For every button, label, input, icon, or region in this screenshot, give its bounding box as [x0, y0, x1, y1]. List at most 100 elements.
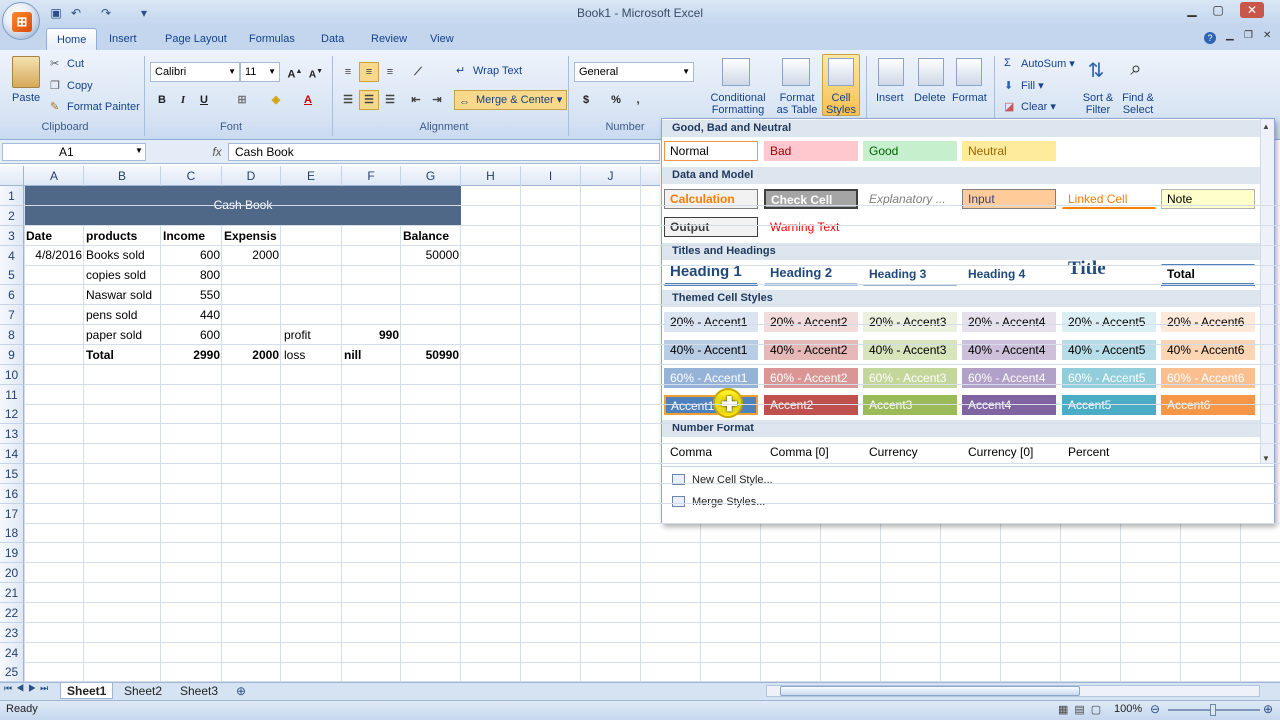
style-neutral[interactable]: Neutral — [962, 141, 1056, 161]
paste-button[interactable]: Paste — [12, 92, 40, 104]
style-comma[interactable]: Comma — [664, 442, 758, 462]
cell-f9[interactable]: nill — [344, 345, 361, 365]
row-header[interactable]: 19 — [0, 543, 24, 564]
style-accent-1[interactable]: Accent1 — [664, 395, 758, 415]
row-header[interactable]: 6 — [0, 285, 24, 306]
cell-c3[interactable]: Income — [163, 226, 205, 246]
style-output[interactable]: Output — [664, 217, 758, 237]
office-button[interactable]: ⊞ — [2, 2, 40, 40]
row-header[interactable]: 22 — [0, 602, 24, 623]
style-input[interactable]: Input — [962, 189, 1056, 209]
borders-icon[interactable]: ⊞ — [232, 90, 252, 110]
style-accent20-5[interactable]: 20% - Accent5 — [1062, 312, 1156, 332]
find-select-button[interactable]: Find & Select — [1118, 92, 1158, 116]
style-accent60-1[interactable]: 60% - Accent1 — [664, 368, 758, 388]
row-header[interactable]: 20 — [0, 563, 24, 584]
cell-b3[interactable]: products — [86, 226, 137, 246]
row-header[interactable]: 1 — [0, 186, 24, 206]
style-explanatory[interactable]: Explanatory ... — [863, 189, 957, 209]
clear-button[interactable]: ◪ Clear ▾ — [1004, 100, 1056, 114]
row-header[interactable]: 2 — [0, 205, 24, 226]
style-check-cell[interactable]: Check Cell — [764, 189, 858, 209]
insert-sheet-icon[interactable]: ⊕ — [230, 683, 252, 699]
scroll-down-icon[interactable]: ▼ — [1262, 454, 1270, 463]
format-painter-button[interactable]: ✎ Format Painter — [50, 100, 140, 114]
tab-page-layout[interactable]: Page Layout — [155, 28, 237, 50]
sort-filter-icon[interactable]: ⇅ — [1082, 58, 1110, 86]
row-header[interactable]: 17 — [0, 503, 24, 524]
save-icon[interactable]: ▣ — [48, 5, 64, 21]
align-bottom-icon[interactable]: ≡ — [380, 62, 400, 82]
name-box-dropdown-icon[interactable]: ▼ — [135, 146, 143, 155]
sheet-tab-2[interactable]: Sheet2 — [118, 683, 168, 699]
format-cells-button[interactable]: Format — [952, 92, 987, 104]
style-accent-4[interactable]: Accent4 — [962, 395, 1056, 415]
cell-b8[interactable]: paper sold — [86, 325, 142, 345]
align-middle-icon[interactable]: ≡ — [359, 62, 379, 82]
shrink-font-icon[interactable]: A▼ — [306, 62, 326, 82]
zoom-slider-thumb[interactable] — [1210, 704, 1216, 716]
new-cell-style-item[interactable]: New Cell Style... — [672, 470, 773, 490]
comma-button[interactable]: , — [628, 90, 648, 110]
ribbon-restore-icon[interactable]: ❐ — [1244, 30, 1253, 41]
row-header[interactable]: 4 — [0, 245, 24, 266]
row-header[interactable]: 12 — [0, 404, 24, 425]
view-buttons-icon[interactable]: ▦▤▢ — [1058, 703, 1107, 716]
style-currency-0[interactable]: Currency [0] — [962, 442, 1056, 462]
row-header[interactable]: 10 — [0, 364, 24, 385]
style-accent60-5[interactable]: 60% - Accent5 — [1062, 368, 1156, 388]
fill-color-icon[interactable]: ◈ — [266, 90, 286, 110]
cell-a4[interactable]: 4/8/2016 — [25, 245, 84, 265]
row-header[interactable]: 11 — [0, 384, 24, 405]
decrease-indent-icon[interactable]: ⇤ — [406, 90, 426, 110]
insert-cells-button[interactable]: Insert — [876, 92, 904, 104]
column-header[interactable]: G — [401, 166, 461, 186]
cell-b6[interactable]: Naswar sold — [86, 285, 152, 305]
cell-c9[interactable]: 2990 — [161, 345, 222, 365]
style-accent20-1[interactable]: 20% - Accent1 — [664, 312, 758, 332]
column-header[interactable]: F — [342, 166, 401, 186]
ribbon-min-icon[interactable]: ▁ — [1226, 30, 1234, 41]
tab-review[interactable]: Review — [361, 28, 417, 50]
style-accent60-6[interactable]: 60% - Accent6 — [1161, 368, 1255, 388]
row-header[interactable]: 15 — [0, 463, 24, 484]
row-header[interactable]: 14 — [0, 444, 24, 465]
tab-home[interactable]: Home — [46, 28, 98, 50]
formula-input[interactable]: Cash Book — [228, 143, 660, 161]
format-table-icon[interactable] — [782, 58, 810, 86]
cell-b7[interactable]: pens sold — [86, 305, 137, 325]
sheet-tab-3[interactable]: Sheet3 — [174, 683, 224, 699]
sheet-tab-1[interactable]: Sheet1 — [60, 683, 114, 699]
scroll-up-icon[interactable]: ▲ — [1262, 122, 1270, 131]
column-header[interactable]: H — [461, 166, 521, 186]
select-all-corner[interactable] — [0, 166, 24, 186]
sheet-nav-icon[interactable]: ⏮◀▶⏭ — [4, 683, 52, 694]
customize-qat-icon[interactable]: ▾ — [136, 5, 152, 21]
increase-indent-icon[interactable]: ⇥ — [427, 90, 447, 110]
style-accent20-6[interactable]: 20% - Accent6 — [1161, 312, 1255, 332]
sort-filter-button[interactable]: Sort & Filter — [1078, 92, 1118, 116]
row-header[interactable]: 3 — [0, 225, 24, 246]
row-header[interactable]: 18 — [0, 523, 24, 544]
currency-button[interactable]: $ — [576, 90, 596, 110]
row-header[interactable]: 8 — [0, 324, 24, 345]
style-accent20-3[interactable]: 20% - Accent3 — [863, 312, 957, 332]
help-icon[interactable]: ? — [1204, 32, 1216, 44]
tab-formulas[interactable]: Formulas — [239, 28, 305, 50]
number-format-select[interactable]: General ▼ — [574, 62, 694, 82]
style-note[interactable]: Note — [1161, 189, 1255, 209]
cell-styles-button[interactable]: Cell Styles — [822, 92, 860, 116]
style-heading-4[interactable]: Heading 4 — [962, 264, 1056, 286]
tab-insert[interactable]: Insert — [99, 28, 147, 50]
column-header[interactable]: E — [281, 166, 342, 186]
style-heading-1[interactable]: Heading 1 — [664, 262, 758, 286]
align-right-icon[interactable]: ☰ — [380, 90, 400, 110]
undo-icon[interactable]: ↶ — [68, 5, 84, 21]
row-header[interactable]: 9 — [0, 344, 24, 365]
row-header[interactable]: 7 — [0, 305, 24, 326]
cell-d9[interactable]: 2000 — [222, 345, 281, 365]
bold-button[interactable]: B — [152, 90, 172, 110]
gallery-scrollbar[interactable] — [1260, 119, 1274, 464]
row-header[interactable]: 16 — [0, 483, 24, 504]
align-left-icon[interactable]: ☰ — [338, 90, 358, 110]
